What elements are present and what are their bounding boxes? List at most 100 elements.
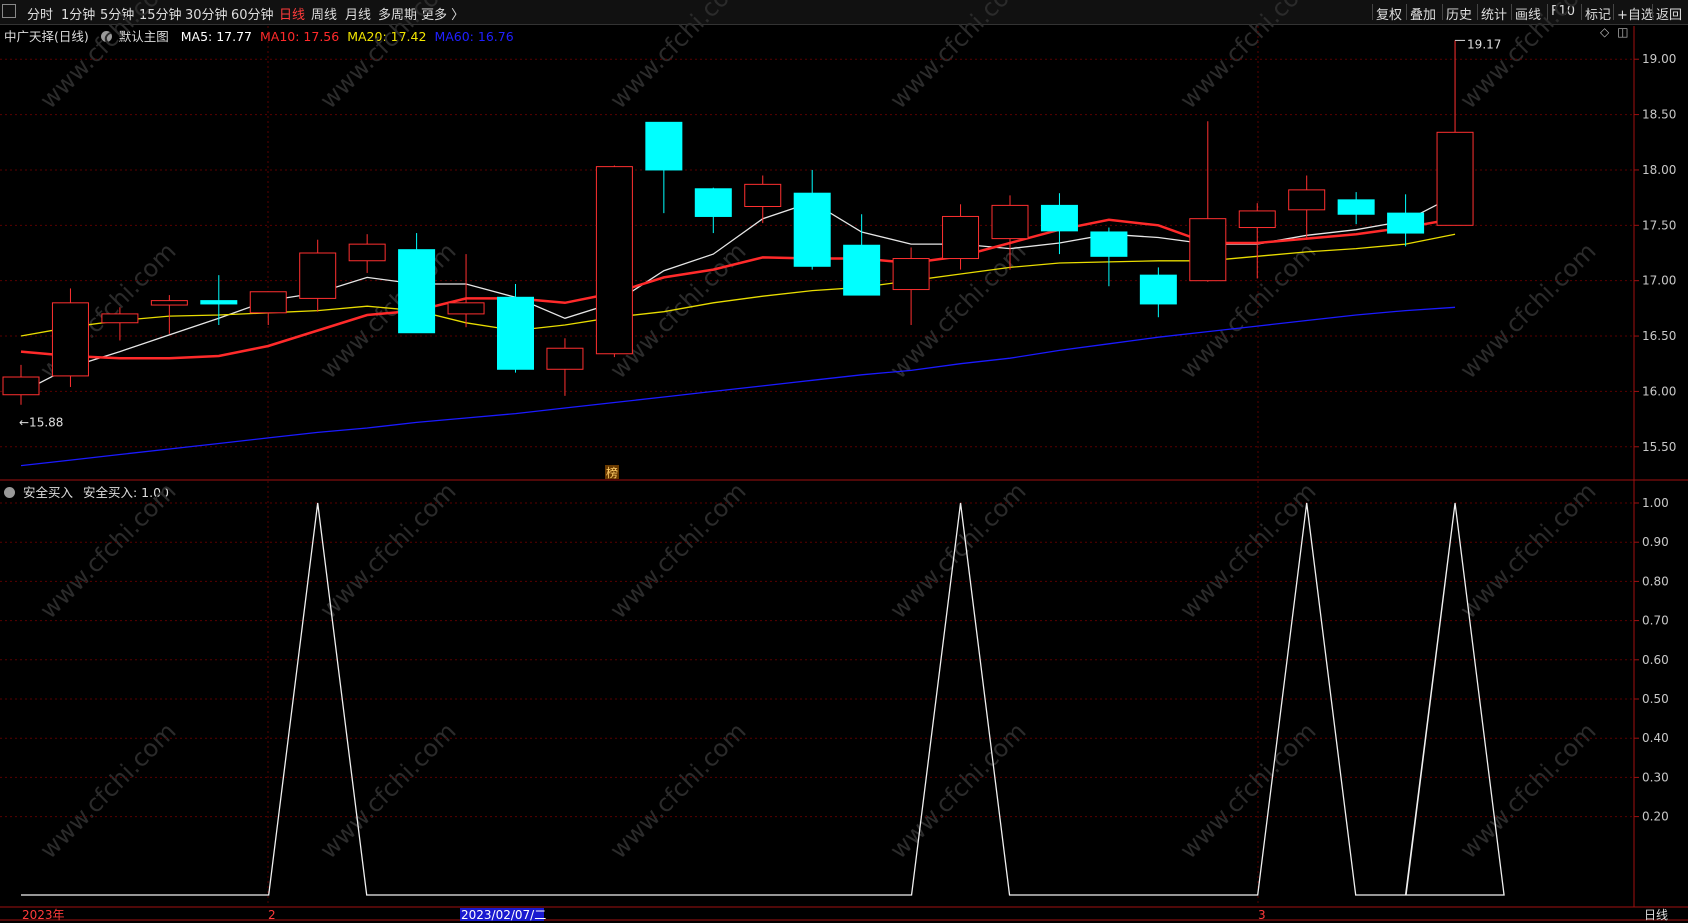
sub-ytick-label: 0.30 xyxy=(1642,770,1669,784)
watermark-text: www.cfchi.com xyxy=(314,0,461,114)
candle xyxy=(1387,194,1425,247)
sub-ytick-label: 0.90 xyxy=(1642,535,1669,549)
candle xyxy=(2,364,40,405)
watermark-text: www.cfchi.com xyxy=(1454,237,1601,384)
candle-body xyxy=(200,300,238,305)
candle-body xyxy=(1090,231,1128,257)
candle xyxy=(1337,192,1375,225)
candle xyxy=(595,165,633,358)
candle xyxy=(1189,121,1227,282)
event-tag-label: 榜 xyxy=(606,465,618,480)
candle-body xyxy=(843,244,881,296)
main-ytick-label: 18.50 xyxy=(1642,108,1676,122)
watermark-text: www.cfchi.com xyxy=(1174,717,1321,864)
candle-body xyxy=(546,347,584,370)
watermark-text: www.cfchi.com xyxy=(34,717,181,864)
watermark-text: www.cfchi.com xyxy=(314,477,461,624)
period-label: 日线 xyxy=(1644,908,1668,922)
watermark-text: www.cfchi.com xyxy=(1174,477,1321,624)
sub-ytick-label: 0.50 xyxy=(1642,692,1669,706)
high-marker-label: 19.17 xyxy=(1467,37,1501,51)
candle xyxy=(892,247,930,325)
candle xyxy=(1090,227,1128,287)
candle-body xyxy=(51,302,89,377)
candle xyxy=(843,214,881,296)
x-axis-label: 2023/02/07/二 xyxy=(461,908,546,922)
low-marker-label: ←15.88 xyxy=(19,416,63,430)
sub-ytick-label: 0.20 xyxy=(1642,810,1669,824)
watermark-text: www.cfchi.com xyxy=(884,477,1031,624)
candle xyxy=(398,233,436,334)
watermark-layer: www.cfchi.com www.cfchi.com www.cfchi.com w… xyxy=(34,0,1601,864)
candle-body xyxy=(2,376,40,396)
candle-body xyxy=(694,188,732,217)
candle-body xyxy=(497,296,534,370)
candle-body xyxy=(793,192,831,267)
candle xyxy=(744,175,782,224)
sub-ytick-label: 0.40 xyxy=(1642,731,1669,745)
main-ytick-label: 17.00 xyxy=(1642,274,1676,288)
sub-ytick-label: 0.70 xyxy=(1642,614,1669,628)
watermark-text: www.cfchi.com xyxy=(1174,0,1321,114)
candle-body xyxy=(645,121,683,171)
candle xyxy=(694,187,732,234)
candle-body xyxy=(595,166,633,355)
watermark-text: www.cfchi.com xyxy=(34,0,181,114)
watermark-text: www.cfchi.com xyxy=(34,477,181,624)
candle xyxy=(546,338,584,396)
candle xyxy=(200,275,238,325)
candle xyxy=(299,239,337,312)
sub-ytick-label: 1.00 xyxy=(1642,496,1669,510)
candle-body xyxy=(744,183,782,207)
sub-ytick-label: 0.80 xyxy=(1642,574,1669,588)
candle-body xyxy=(299,252,337,299)
candle-body xyxy=(1040,204,1078,232)
watermark-text: www.cfchi.com xyxy=(604,477,751,624)
indicator-line xyxy=(21,502,1505,896)
candle-body xyxy=(1288,189,1326,211)
candle-body xyxy=(1337,199,1375,215)
main-ytick-label: 16.50 xyxy=(1642,329,1676,343)
candle-body xyxy=(398,249,436,334)
candle-body xyxy=(150,300,188,306)
watermark-text: www.cfchi.com xyxy=(1454,0,1601,114)
candle-body xyxy=(249,291,287,314)
x-axis-label: 3 xyxy=(1258,908,1266,922)
candle-body xyxy=(1387,212,1425,234)
candle-body xyxy=(1189,218,1227,282)
main-ytick-label: 18.00 xyxy=(1642,163,1676,177)
main-ytick-label: 17.50 xyxy=(1642,218,1676,232)
watermark-text: www.cfchi.com xyxy=(1454,717,1601,864)
candle-body xyxy=(1139,274,1177,305)
watermark-text: www.cfchi.com xyxy=(314,717,461,864)
watermark-text: www.cfchi.com xyxy=(884,717,1031,864)
candle-body xyxy=(942,215,980,260)
main-ytick-label: 15.50 xyxy=(1642,440,1676,454)
candle xyxy=(51,288,89,387)
main-ytick-label: 19.00 xyxy=(1642,52,1676,66)
x-axis-label: 2 xyxy=(268,908,276,922)
chart-canvas[interactable]: www.cfchi.com www.cfchi.com www.cfchi.com w… xyxy=(0,0,1688,923)
main-ytick-label: 16.00 xyxy=(1642,384,1676,398)
candle xyxy=(1139,267,1177,318)
candle-body xyxy=(348,243,386,262)
candle xyxy=(793,169,831,270)
watermark-text: www.cfchi.com xyxy=(314,237,461,384)
candle xyxy=(497,284,534,373)
candle xyxy=(645,121,683,214)
watermark-text: www.cfchi.com xyxy=(884,0,1031,114)
x-axis-label: 2023年 xyxy=(22,908,65,922)
watermark-text: www.cfchi.com xyxy=(604,717,751,864)
candle xyxy=(1436,40,1474,226)
candle xyxy=(150,295,188,334)
candle xyxy=(1288,175,1326,240)
candle-body xyxy=(1436,131,1474,226)
candle-body xyxy=(991,204,1029,240)
candle xyxy=(348,234,386,273)
candle-body xyxy=(1238,210,1276,229)
candle xyxy=(447,254,485,328)
candle-body xyxy=(447,302,485,315)
candle-body xyxy=(101,313,139,324)
candle-body xyxy=(892,258,930,291)
sub-ytick-label: 0.60 xyxy=(1642,653,1669,667)
